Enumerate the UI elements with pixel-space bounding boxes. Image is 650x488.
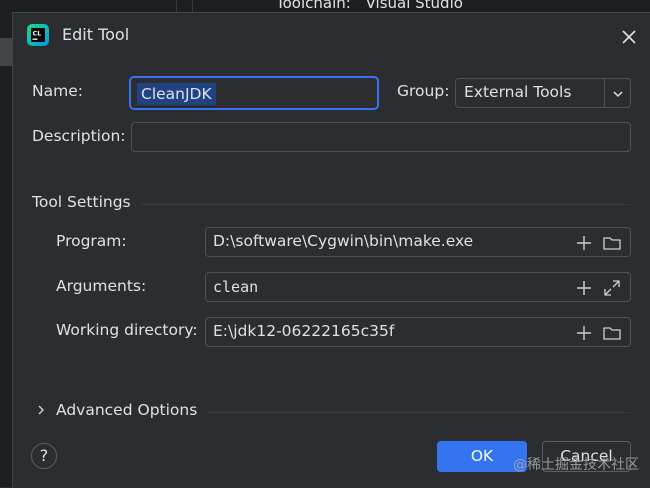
dialog-title: Edit Tool	[62, 25, 130, 44]
group-value: External Tools	[464, 83, 572, 101]
background-divider	[192, 0, 193, 12]
tool-settings-title: Tool Settings	[32, 193, 131, 211]
program-value: D:\software\Cygwin\bin\make.exe	[213, 232, 474, 250]
group-select[interactable]: External Tools	[455, 78, 631, 108]
description-label: Description:	[32, 127, 126, 145]
close-icon[interactable]	[619, 27, 639, 47]
arguments-label: Arguments:	[56, 277, 147, 295]
group-divider	[604, 79, 605, 107]
folder-icon[interactable]	[602, 323, 622, 343]
advanced-options-toggle[interactable]: Advanced Options	[56, 401, 197, 419]
description-input[interactable]	[131, 122, 631, 152]
working-directory-value: E:\jdk12-06222165c35f	[213, 322, 395, 340]
program-input[interactable]: D:\software\Cygwin\bin\make.exe	[205, 227, 631, 257]
edit-tool-dialog: CL Edit Tool Name: CleanJDK Group: Exter…	[12, 12, 650, 488]
background-toolchain: Toolchain: Visual Studio	[276, 0, 463, 12]
help-button[interactable]: ?	[31, 443, 57, 469]
name-input[interactable]: CleanJDK	[129, 76, 379, 110]
advanced-divider	[207, 412, 631, 413]
arguments-input[interactable]: clean	[205, 272, 631, 302]
background-divider	[176, 0, 177, 12]
arguments-value: clean	[213, 278, 259, 296]
folder-icon[interactable]	[602, 233, 622, 253]
background-selected-item	[0, 38, 12, 66]
chevron-right-icon[interactable]	[35, 403, 47, 417]
expand-icon[interactable]	[602, 278, 622, 298]
program-label: Program:	[56, 232, 127, 250]
watermark: @稀土掘金技术社区	[513, 457, 639, 473]
working-directory-label: Working directory:	[56, 321, 198, 339]
name-value: CleanJDK	[137, 83, 216, 105]
group-label: Group:	[397, 82, 450, 100]
svg-text:CL: CL	[33, 30, 42, 38]
background-sidebar	[0, 0, 12, 487]
plus-icon[interactable]	[574, 278, 594, 298]
clion-icon: CL	[27, 24, 49, 46]
chevron-down-icon[interactable]	[611, 87, 625, 101]
working-directory-input[interactable]: E:\jdk12-06222165c35f	[205, 317, 631, 347]
section-divider	[140, 204, 631, 205]
plus-icon[interactable]	[574, 233, 594, 253]
plus-icon[interactable]	[574, 323, 594, 343]
name-label: Name:	[32, 82, 83, 100]
